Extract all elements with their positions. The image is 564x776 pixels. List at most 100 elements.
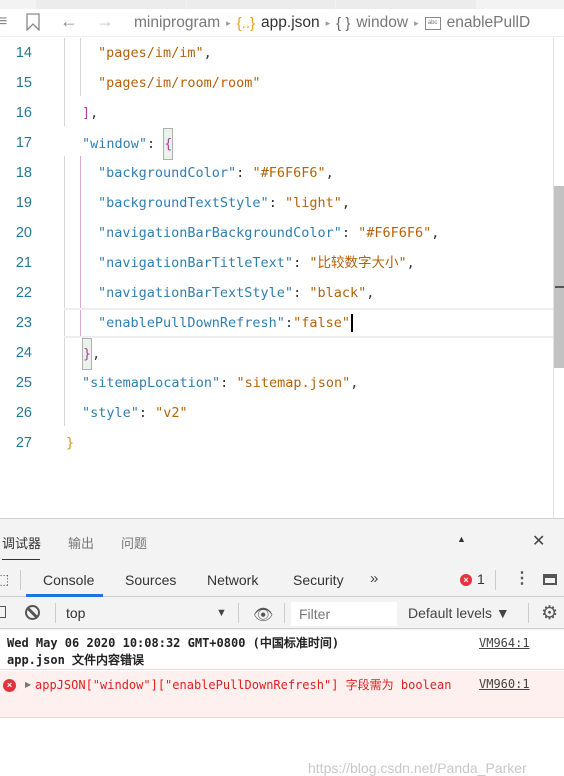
code-token: }: [82, 338, 93, 370]
code-line[interactable]: 24},: [0, 338, 554, 370]
close-icon[interactable]: ✕: [532, 531, 545, 551]
tab-problems[interactable]: 问题: [121, 533, 147, 552]
forward-arrow-icon[interactable]: →: [96, 11, 114, 32]
code-token: ,: [90, 105, 99, 121]
code-token: ,: [366, 285, 375, 301]
filter-input[interactable]: [291, 602, 397, 626]
log-levels-dropdown[interactable]: Default levels ▼: [408, 605, 510, 621]
breadcrumb-item-app-json[interactable]: app.json: [261, 14, 320, 32]
tab-sources[interactable]: Sources: [125, 572, 176, 588]
context-selector[interactable]: top: [66, 605, 85, 621]
line-number: 20: [15, 225, 32, 241]
editor-tab[interactable]: [336, 0, 476, 9]
line-number: 27: [15, 435, 32, 451]
menu-icon[interactable]: ≡: [0, 13, 7, 31]
code-text: "navigationBarTitleText": "比较数字大小",: [98, 248, 415, 278]
show-sidebar-icon[interactable]: [0, 606, 6, 618]
breadcrumb-separator-icon: ▸: [226, 17, 231, 28]
collapse-panel-icon[interactable]: ▲: [457, 534, 466, 544]
code-token: :: [138, 405, 156, 421]
line-number: 26: [15, 405, 32, 421]
code-token: "pages/im/im": [98, 45, 204, 61]
string-property-icon: abc: [424, 16, 441, 30]
code-token: ,: [203, 45, 212, 61]
chevron-down-icon[interactable]: ▼: [216, 607, 227, 619]
code-line[interactable]: 22 "navigationBarTextStyle": "black",: [0, 278, 554, 308]
code-line[interactable]: 17 "window": {: [0, 128, 554, 160]
error-count-icon[interactable]: ×: [460, 574, 472, 586]
devtools-panel: 调试器 输出 问题 ▲ ✕ ⬚ Console Sources Network …: [0, 518, 564, 776]
undock-icon[interactable]: [543, 574, 557, 585]
tab-output[interactable]: 输出: [68, 533, 94, 552]
tab-console[interactable]: Console: [43, 572, 94, 588]
breadcrumb-item-window[interactable]: window: [356, 14, 408, 32]
breadcrumb-item-enablepulldownrefresh[interactable]: enablePullD: [447, 14, 531, 32]
code-token: :: [236, 165, 253, 181]
line-number: 22: [15, 285, 32, 301]
code-text: "navigationBarBackgroundColor": "#F6F6F6…: [98, 218, 439, 248]
source-link[interactable]: VM960:1: [479, 677, 530, 691]
divider: [495, 570, 496, 590]
line-number: 15: [15, 75, 32, 91]
code-token: "比较数字大小": [309, 255, 407, 271]
code-line[interactable]: 25 "sitemapLocation": "sitemap.json",: [0, 368, 554, 398]
console-output: Wed May 06 2020 10:08:32 GMT+0800 (中国标准时…: [0, 630, 564, 776]
code-line[interactable]: 14 "pages/im/im",: [0, 38, 554, 68]
inspect-element-icon[interactable]: ⬚: [0, 571, 9, 588]
code-line[interactable]: 16],: [0, 98, 554, 128]
console-toolbar: top ▼ 👁 Default levels ▼ ⚙: [0, 598, 564, 629]
code-token: "#F6F6F6": [252, 165, 326, 181]
code-token: "navigationBarBackgroundColor": [98, 225, 342, 241]
code-line[interactable]: 27}: [0, 428, 554, 458]
clear-console-icon[interactable]: [25, 605, 40, 620]
watermark: https://blog.csdn.net/Panda_Parker: [308, 760, 527, 776]
code-line[interactable]: 26 "style": "v2": [0, 398, 554, 428]
line-number: 24: [15, 345, 32, 361]
code-token: "black": [309, 285, 367, 301]
gear-icon[interactable]: ⚙: [541, 602, 558, 625]
breadcrumb-separator-icon: ▸: [325, 17, 331, 28]
line-number: 18: [15, 165, 32, 181]
console-error-message: × ▶ appJSON["window"]["enablePullDownRef…: [0, 671, 564, 718]
code-text: "backgroundTextStyle": "light",: [98, 188, 350, 218]
code-token: }: [66, 435, 75, 451]
live-expression-eye-icon[interactable]: 👁: [253, 605, 273, 625]
code-line[interactable]: 15 "pages/im/room/room": [0, 68, 554, 98]
console-message-text: Wed May 06 2020 10:08:32 GMT+0800 (中国标准时…: [7, 636, 340, 667]
code-token: ]: [82, 105, 91, 121]
code-text: ],: [82, 98, 98, 128]
back-arrow-icon[interactable]: ←: [60, 11, 78, 32]
code-line[interactable]: 21 "navigationBarTitleText": "比较数字大小",: [0, 248, 554, 278]
bookmark-icon[interactable]: [26, 13, 40, 36]
code-line[interactable]: 19 "backgroundTextStyle": "light",: [0, 188, 554, 218]
code-token: "navigationBarTextStyle": [98, 285, 294, 301]
code-line[interactable]: 20 "navigationBarBackgroundColor": "#F6F6…: [0, 218, 554, 248]
line-number: 25: [15, 375, 32, 391]
editor-scrollbar-thumb[interactable]: [554, 186, 564, 368]
code-token: {: [163, 128, 174, 160]
code-text: "style": "v2": [82, 398, 188, 428]
devtools-panel-tabs: ⬚ Console Sources Network Security » × 1…: [0, 564, 564, 597]
error-count[interactable]: 1: [477, 571, 485, 587]
code-token: :: [341, 225, 359, 241]
code-line[interactable]: 18 "backgroundColor": "#F6F6F6",: [0, 158, 554, 188]
breadcrumb-item-miniprogram[interactable]: miniprogram: [134, 14, 220, 32]
code-editor[interactable]: 14 "pages/im/im", 15 "pages/im/room/room" 16…: [0, 38, 554, 518]
error-icon: ×: [3, 679, 16, 692]
editor-tab[interactable]: [36, 0, 186, 9]
more-options-icon[interactable]: ⋮: [514, 568, 530, 588]
breadcrumb: miniprogram ▸ {..} app.json ▸ { } window…: [134, 14, 530, 32]
text-cursor: [350, 314, 353, 332]
code-token: :: [147, 136, 164, 152]
tab-network[interactable]: Network: [207, 572, 258, 588]
tab-debugger[interactable]: 调试器: [2, 533, 41, 552]
source-link[interactable]: VM964:1: [479, 636, 530, 650]
code-line[interactable]: 23 "enablePullDownRefresh":"false": [0, 308, 554, 338]
divider: [238, 603, 239, 623]
code-token: :: [293, 285, 310, 301]
json-icon: {..}: [236, 14, 256, 32]
more-tabs-icon[interactable]: »: [370, 570, 378, 587]
code-token: :: [268, 195, 285, 211]
tab-security[interactable]: Security: [293, 572, 344, 588]
editor-tab[interactable]: [187, 0, 335, 9]
